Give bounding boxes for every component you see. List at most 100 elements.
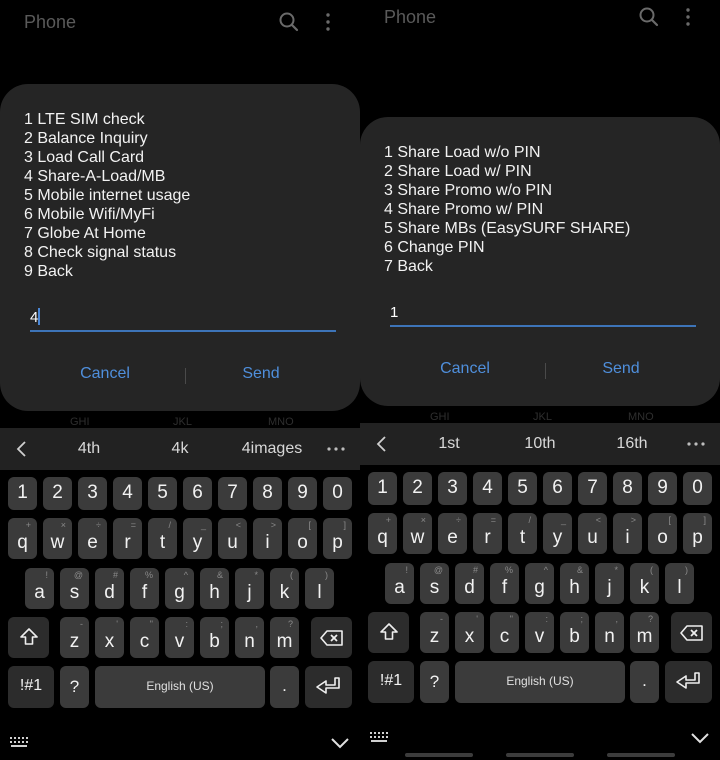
key-g[interactable]: g ^ xyxy=(525,563,554,604)
suggestion-item[interactable]: 4k xyxy=(135,428,225,470)
backspace-key[interactable] xyxy=(671,612,712,653)
key-l[interactable]: l) xyxy=(305,568,334,609)
key-s[interactable]: s @ xyxy=(60,568,89,609)
question-mark-key[interactable]: ? xyxy=(420,661,449,703)
key-q[interactable]: q + xyxy=(8,518,37,559)
key-7[interactable]: 7 xyxy=(218,477,247,510)
key-9[interactable]: 9 xyxy=(288,477,317,510)
key-y[interactable]: y _ xyxy=(543,513,572,554)
period-key[interactable]: . xyxy=(630,661,659,703)
key-9[interactable]: 9 xyxy=(648,472,677,505)
hide-keyboard-icon[interactable] xyxy=(690,731,710,745)
key-i[interactable]: i > xyxy=(253,518,282,559)
key-h[interactable]: h & xyxy=(200,568,229,609)
key-i[interactable]: i > xyxy=(613,513,642,554)
key-0[interactable]: 0 xyxy=(323,477,352,510)
enter-key[interactable] xyxy=(305,666,352,708)
key-s[interactable]: s @ xyxy=(420,563,449,604)
key-t[interactable]: t / xyxy=(148,518,177,559)
hide-keyboard-icon[interactable] xyxy=(330,736,350,750)
key-7[interactable]: 7 xyxy=(578,472,607,505)
chevron-left-icon[interactable] xyxy=(374,434,390,454)
key-q[interactable]: q + xyxy=(368,513,397,554)
key-2[interactable]: 2 xyxy=(403,472,432,505)
key-f[interactable]: f% xyxy=(130,568,159,609)
key-o[interactable]: o[ xyxy=(648,513,677,554)
key-v[interactable]: v: xyxy=(525,612,554,653)
suggestion-item[interactable]: 4th xyxy=(44,428,134,470)
period-key[interactable]: . xyxy=(270,666,299,708)
key-5[interactable]: 5 xyxy=(148,477,177,510)
key-a[interactable]: a! xyxy=(25,568,54,609)
space-bar[interactable]: English (US) xyxy=(95,666,265,708)
key-g[interactable]: g ^ xyxy=(165,568,194,609)
key-3[interactable]: 3 xyxy=(78,477,107,510)
more-horiz-icon[interactable] xyxy=(686,436,706,452)
more-vert-icon[interactable] xyxy=(677,6,699,28)
key-c[interactable]: c " xyxy=(130,617,159,658)
key-e[interactable]: e ÷ xyxy=(438,513,467,554)
key-l[interactable]: l) xyxy=(665,563,694,604)
key-n[interactable]: n, xyxy=(235,617,264,658)
key-6[interactable]: 6 xyxy=(543,472,572,505)
suggestion-item[interactable]: 4images xyxy=(227,428,317,470)
key-z[interactable]: z- xyxy=(420,612,449,653)
key-u[interactable]: u < xyxy=(218,518,247,559)
key-m[interactable]: m? xyxy=(270,617,299,658)
space-bar[interactable]: English (US) xyxy=(455,661,625,703)
suggestion-item[interactable]: 1st xyxy=(404,423,494,465)
nav-bar-home[interactable] xyxy=(506,753,574,757)
shift-key[interactable] xyxy=(368,612,409,653)
enter-key[interactable] xyxy=(665,661,712,703)
search-icon[interactable] xyxy=(638,6,660,28)
key-0[interactable]: 0 xyxy=(683,472,712,505)
key-o[interactable]: o[ xyxy=(288,518,317,559)
key-t[interactable]: t / xyxy=(508,513,537,554)
key-w[interactable]: w × xyxy=(43,518,72,559)
key-d[interactable]: d # xyxy=(455,563,484,604)
key-h[interactable]: h & xyxy=(560,563,589,604)
suggestion-item[interactable]: 16th xyxy=(587,423,677,465)
symbols-key[interactable]: !#1 xyxy=(8,666,54,708)
search-icon[interactable] xyxy=(278,11,300,33)
key-k[interactable]: k( xyxy=(630,563,659,604)
key-p[interactable]: p] xyxy=(683,513,712,554)
nav-bar-back[interactable] xyxy=(607,753,675,757)
send-button[interactable]: Send xyxy=(561,360,681,378)
key-k[interactable]: k( xyxy=(270,568,299,609)
question-mark-key[interactable]: ? xyxy=(60,666,89,708)
key-1[interactable]: 1 xyxy=(368,472,397,505)
key-x[interactable]: x ' xyxy=(95,617,124,658)
key-y[interactable]: y _ xyxy=(183,518,212,559)
more-vert-icon[interactable] xyxy=(317,11,339,33)
key-e[interactable]: e ÷ xyxy=(78,518,107,559)
key-r[interactable]: r = xyxy=(473,513,502,554)
key-w[interactable]: w × xyxy=(403,513,432,554)
chevron-left-icon[interactable] xyxy=(14,439,30,459)
key-4[interactable]: 4 xyxy=(473,472,502,505)
key-j[interactable]: j * xyxy=(595,563,624,604)
key-8[interactable]: 8 xyxy=(253,477,282,510)
key-v[interactable]: v: xyxy=(165,617,194,658)
key-n[interactable]: n, xyxy=(595,612,624,653)
key-b[interactable]: b; xyxy=(200,617,229,658)
key-j[interactable]: j * xyxy=(235,568,264,609)
key-x[interactable]: x ' xyxy=(455,612,484,653)
key-1[interactable]: 1 xyxy=(8,477,37,510)
cancel-button[interactable]: Cancel xyxy=(405,360,525,378)
key-b[interactable]: b; xyxy=(560,612,589,653)
key-m[interactable]: m? xyxy=(630,612,659,653)
backspace-key[interactable] xyxy=(311,617,352,658)
keyboard-switch-icon[interactable] xyxy=(10,737,30,749)
ussd-reply-input[interactable]: 1 xyxy=(390,299,696,327)
key-p[interactable]: p] xyxy=(323,518,352,559)
key-4[interactable]: 4 xyxy=(113,477,142,510)
cancel-button[interactable]: Cancel xyxy=(45,365,165,383)
symbols-key[interactable]: !#1 xyxy=(368,661,414,703)
key-c[interactable]: c " xyxy=(490,612,519,653)
key-d[interactable]: d # xyxy=(95,568,124,609)
key-5[interactable]: 5 xyxy=(508,472,537,505)
nav-bar-recents[interactable] xyxy=(405,753,473,757)
ussd-reply-input[interactable]: 4 xyxy=(30,304,336,332)
key-3[interactable]: 3 xyxy=(438,472,467,505)
